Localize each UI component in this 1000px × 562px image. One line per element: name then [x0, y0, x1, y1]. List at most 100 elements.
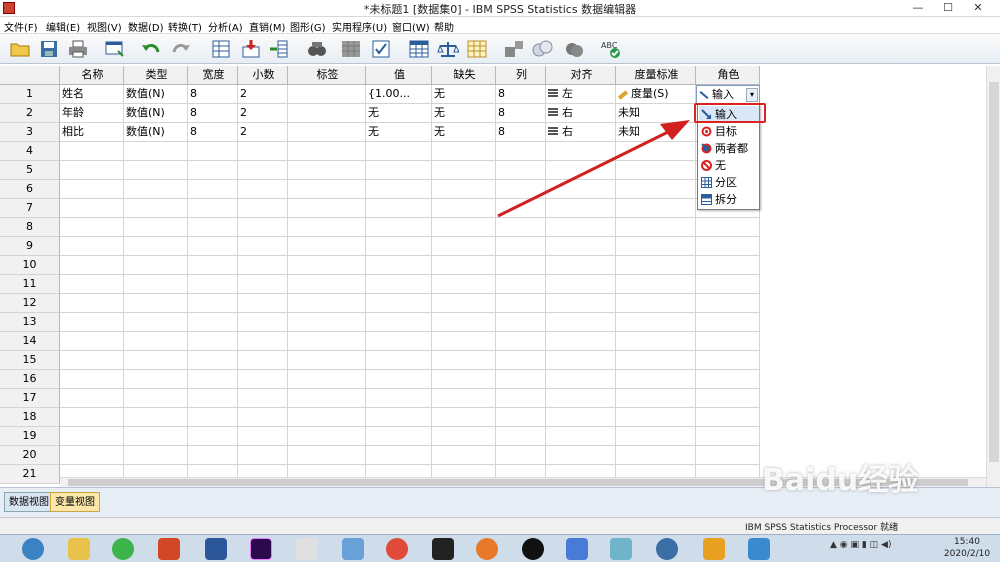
empty-cell[interactable] [496, 389, 546, 408]
empty-cell[interactable] [124, 218, 188, 237]
empty-cell[interactable] [496, 408, 546, 427]
empty-cell[interactable] [124, 389, 188, 408]
empty-cell[interactable] [60, 370, 124, 389]
empty-cell[interactable] [188, 142, 238, 161]
empty-cell[interactable] [366, 199, 432, 218]
empty-cell[interactable] [616, 237, 696, 256]
grid-cell-decimals[interactable]: 2 [238, 123, 288, 142]
empty-cell[interactable] [288, 446, 366, 465]
empty-cell[interactable] [124, 408, 188, 427]
empty-cell[interactable] [188, 294, 238, 313]
menu-data[interactable]: 数据(D) [128, 19, 164, 34]
row-number[interactable]: 4 [0, 142, 60, 161]
empty-cell[interactable] [188, 427, 238, 446]
file-explorer-icon[interactable] [68, 538, 90, 560]
empty-cell[interactable] [366, 275, 432, 294]
empty-cell[interactable] [696, 351, 760, 370]
empty-cell[interactable] [238, 294, 288, 313]
empty-cell[interactable] [546, 199, 616, 218]
empty-cell[interactable] [60, 180, 124, 199]
empty-cell[interactable] [288, 332, 366, 351]
empty-cell[interactable] [124, 427, 188, 446]
empty-cell[interactable] [432, 351, 496, 370]
empty-cell[interactable] [696, 332, 760, 351]
empty-cell[interactable] [546, 351, 616, 370]
empty-cell[interactable] [696, 294, 760, 313]
empty-cell[interactable] [696, 389, 760, 408]
grid-cell-decimals[interactable]: 2 [238, 104, 288, 123]
empty-cell[interactable] [60, 446, 124, 465]
empty-cell[interactable] [432, 142, 496, 161]
video-player-icon[interactable] [432, 538, 454, 560]
grid-cell-values[interactable]: 无 [366, 123, 432, 142]
empty-cell[interactable] [124, 142, 188, 161]
grid-cell-measure[interactable]: 未知 [616, 123, 696, 142]
empty-cell[interactable] [496, 218, 546, 237]
empty-cell[interactable] [432, 161, 496, 180]
empty-cell[interactable] [124, 275, 188, 294]
row-number[interactable]: 17 [0, 389, 60, 408]
empty-cell[interactable] [616, 351, 696, 370]
empty-cell[interactable] [496, 237, 546, 256]
vertical-scroll-thumb[interactable] [989, 82, 999, 462]
empty-cell[interactable] [366, 313, 432, 332]
empty-cell[interactable] [546, 275, 616, 294]
empty-cell[interactable] [60, 332, 124, 351]
empty-cell[interactable] [288, 427, 366, 446]
grid-cell-name[interactable]: 相比 [60, 123, 124, 142]
column-header[interactable]: 缺失 [432, 66, 496, 85]
empty-cell[interactable] [288, 275, 366, 294]
empty-cell[interactable] [60, 351, 124, 370]
empty-cell[interactable] [616, 427, 696, 446]
insert-cases-icon[interactable] [340, 39, 362, 59]
empty-cell[interactable] [238, 351, 288, 370]
empty-cell[interactable] [696, 275, 760, 294]
empty-cell[interactable] [432, 313, 496, 332]
row-number[interactable]: 11 [0, 275, 60, 294]
empty-cell[interactable] [366, 408, 432, 427]
empty-cell[interactable] [188, 275, 238, 294]
empty-cell[interactable] [616, 446, 696, 465]
row-number[interactable]: 12 [0, 294, 60, 313]
app-icon[interactable] [566, 538, 588, 560]
empty-cell[interactable] [546, 218, 616, 237]
empty-cell[interactable] [288, 294, 366, 313]
grid-cell-measure[interactable]: 未知 [616, 104, 696, 123]
row-number[interactable]: 19 [0, 427, 60, 446]
empty-cell[interactable] [188, 351, 238, 370]
empty-cell[interactable] [238, 332, 288, 351]
empty-cell[interactable] [366, 370, 432, 389]
role-option-both[interactable]: 两者都 [699, 140, 759, 157]
insert-variable-icon[interactable] [370, 39, 392, 59]
empty-cell[interactable] [696, 370, 760, 389]
empty-cell[interactable] [366, 427, 432, 446]
empty-cell[interactable] [366, 332, 432, 351]
empty-cell[interactable] [366, 446, 432, 465]
tab-variable-view[interactable]: 变量视图 [50, 492, 100, 512]
empty-cell[interactable] [288, 161, 366, 180]
empty-cell[interactable] [432, 180, 496, 199]
empty-cell[interactable] [288, 313, 366, 332]
row-number[interactable]: 9 [0, 237, 60, 256]
empty-cell[interactable] [432, 218, 496, 237]
empty-cell[interactable] [616, 389, 696, 408]
empty-cell[interactable] [238, 161, 288, 180]
menu-graphs[interactable]: 图形(G) [290, 19, 326, 34]
empty-cell[interactable] [238, 218, 288, 237]
goto-variable-icon[interactable] [240, 39, 262, 59]
app-icon[interactable] [656, 538, 678, 560]
empty-cell[interactable] [60, 294, 124, 313]
redo-icon[interactable] [170, 39, 192, 59]
empty-cell[interactable] [124, 294, 188, 313]
empty-cell[interactable] [60, 256, 124, 275]
empty-cell[interactable] [288, 370, 366, 389]
empty-cell[interactable] [696, 218, 760, 237]
empty-cell[interactable] [188, 256, 238, 275]
empty-cell[interactable] [432, 332, 496, 351]
column-header[interactable]: 小数 [238, 66, 288, 85]
empty-cell[interactable] [366, 294, 432, 313]
grid-cell-decimals[interactable]: 2 [238, 85, 288, 104]
column-header[interactable]: 名称 [60, 66, 124, 85]
app-icon[interactable] [476, 538, 498, 560]
empty-cell[interactable] [496, 275, 546, 294]
